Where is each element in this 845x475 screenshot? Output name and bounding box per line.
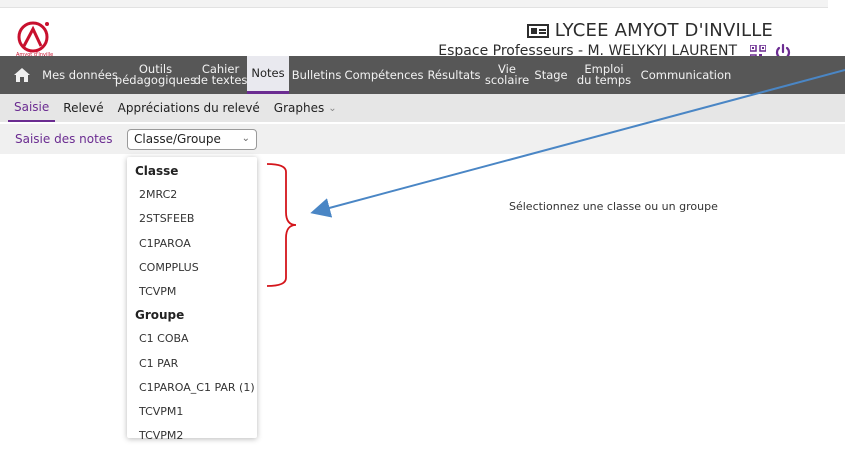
option-tcvpm[interactable]: TCVPM — [139, 285, 176, 298]
nav-label: Notes — [251, 66, 285, 80]
nav-vie-scolaire[interactable]: Vie scolaire — [484, 56, 530, 94]
nav-label: Outils pédagogiques — [114, 62, 197, 87]
subtab-appreciations[interactable]: Appréciations du relevé — [112, 94, 266, 122]
option-tcvpm2[interactable]: TCVPM2 — [139, 429, 183, 442]
subtab-label: Saisie — [14, 100, 50, 114]
header: Amyot d'Inville LYCEE AMYOT D'INVILLE Es… — [0, 8, 845, 61]
nav-mes-donnees[interactable]: Mes données — [42, 56, 118, 94]
class-group-select[interactable]: Classe/Groupe ⌄ — [127, 129, 257, 150]
toolbar: Saisie des notes Classe/Groupe ⌄ — [0, 124, 845, 154]
chevron-down-icon: ⌄ — [328, 102, 337, 114]
nav-label: Stage — [534, 67, 568, 82]
subtab-releve[interactable]: Relevé — [57, 94, 109, 122]
sub-nav: Saisie Relevé Appréciations du relevé Gr… — [0, 94, 845, 122]
option-c1paroa-c1-par[interactable]: C1PAROA_C1 PAR (1) — [139, 381, 255, 394]
option-compplus[interactable]: COMPPLUS — [139, 261, 199, 274]
nav-label: Résultats — [427, 67, 481, 82]
group-header-classe: Classe — [135, 164, 179, 178]
nav-label: Compétences — [344, 67, 424, 82]
home-icon — [13, 68, 30, 82]
subtab-graphes[interactable]: Graphes ⌄ — [268, 94, 343, 122]
nav-resultats[interactable]: Résultats — [424, 56, 484, 94]
subtab-saisie[interactable]: Saisie — [8, 94, 56, 122]
class-group-dropdown: Classe 2MRC2 2STSFEEB C1PAROA COMPPLUS T… — [127, 157, 257, 442]
nav-emploi-du-temps[interactable]: Emploi du temps — [572, 56, 636, 94]
nav-label: Vie scolaire — [484, 62, 530, 87]
subtab-label: Relevé — [63, 101, 104, 115]
annotation-bracket — [266, 163, 297, 287]
subtab-label: Appréciations du relevé — [117, 101, 260, 115]
nav-communication[interactable]: Communication — [636, 56, 736, 94]
nav-label: Cahier de textes — [193, 62, 248, 87]
empty-state-message: Sélectionnez une classe ou un groupe — [509, 200, 718, 213]
nav-label: Bulletins — [291, 67, 342, 82]
school-title: LYCEE AMYOT D'INVILLE — [526, 20, 773, 41]
option-tcvpm1[interactable]: TCVPM1 — [139, 405, 183, 418]
option-c1-par[interactable]: C1 PAR — [139, 357, 178, 370]
option-c1-coba[interactable]: C1 COBA — [139, 332, 189, 345]
nav-cahier-de-textes[interactable]: Cahier de textes — [193, 56, 248, 94]
chevron-down-icon: ⌄ — [241, 133, 250, 144]
select-value: Classe/Groupe — [134, 132, 221, 146]
main-nav: Mes données Outils pédagogiques Cahier d… — [0, 56, 845, 94]
nav-stage[interactable]: Stage — [530, 56, 572, 94]
subtab-label: Graphes — [273, 101, 325, 115]
nav-label: Mes données — [42, 67, 118, 82]
option-c1paroa[interactable]: C1PAROA — [139, 237, 191, 250]
option-2stsfeeb[interactable]: 2STSFEEB — [139, 212, 194, 225]
saisie-notes-label: Saisie des notes — [15, 132, 113, 146]
id-card-icon — [526, 23, 549, 38]
nav-label: Emploi du temps — [576, 62, 632, 87]
nav-outils-pedagogiques[interactable]: Outils pédagogiques — [114, 56, 197, 94]
nav-notes[interactable]: Notes — [247, 56, 289, 94]
option-2mrc2[interactable]: 2MRC2 — [139, 188, 177, 201]
school-name: LYCEE AMYOT D'INVILLE — [554, 20, 773, 41]
nav-bulletins[interactable]: Bulletins — [289, 56, 344, 94]
top-strip — [0, 0, 828, 8]
group-header-groupe: Groupe — [135, 308, 185, 322]
school-logo: Amyot d'Inville — [16, 21, 53, 58]
home-button[interactable] — [0, 56, 43, 94]
nav-competences[interactable]: Compétences — [344, 56, 424, 94]
app-window: Amyot d'Inville LYCEE AMYOT D'INVILLE Es… — [0, 0, 845, 475]
nav-label: Communication — [640, 67, 732, 82]
